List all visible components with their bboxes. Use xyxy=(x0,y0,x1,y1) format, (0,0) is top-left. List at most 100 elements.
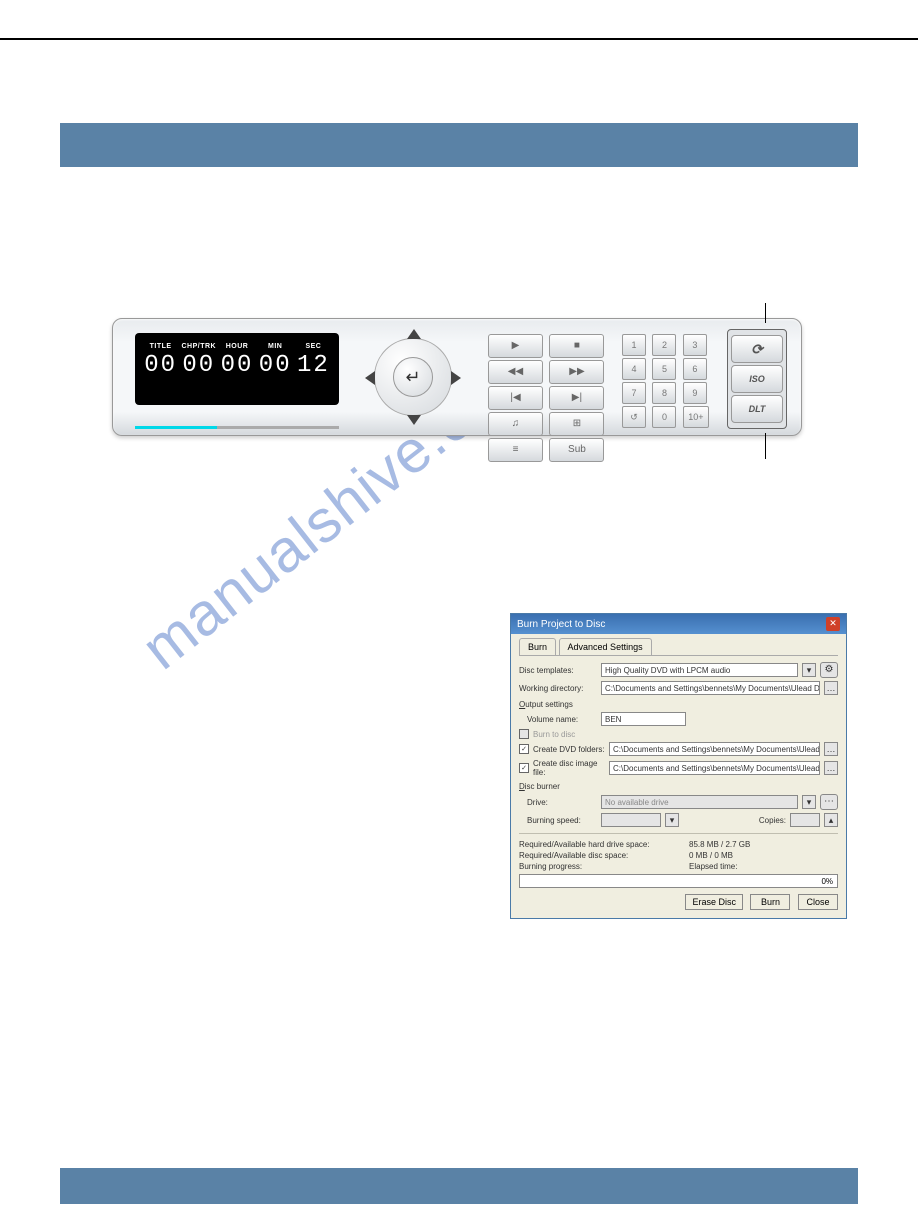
lcd-label-sec: SEC xyxy=(296,343,331,350)
blue-band-top xyxy=(60,123,858,167)
lcd-digit-min: 00 xyxy=(258,352,293,379)
burn-dialog: Burn Project to Disc ✕ Burn Advanced Set… xyxy=(510,613,847,919)
template-options-icon[interactable]: ⚙ xyxy=(820,662,838,678)
subtitle-button[interactable]: Sub xyxy=(549,438,604,462)
burn-iso-button[interactable]: ISO xyxy=(731,365,783,393)
keypad-1[interactable]: 1 xyxy=(622,334,646,356)
keypad-10plus[interactable]: 10+ xyxy=(683,406,709,428)
lcd-label-title: TITLE xyxy=(143,343,178,350)
keypad-return[interactable]: ↺ xyxy=(622,406,646,428)
burn-to-disc-checkbox xyxy=(519,729,529,739)
blue-band-bottom xyxy=(60,1168,858,1204)
progress-bar[interactable] xyxy=(135,426,339,429)
dpad-enter-button[interactable]: ↵ xyxy=(393,357,433,397)
lcd-label-min: MIN xyxy=(258,343,293,350)
burning-speed-label: Burning speed: xyxy=(519,816,597,825)
keypad-2[interactable]: 2 xyxy=(652,334,676,356)
playback-buttons: ▶ ■ ◀◀ ▶▶ |◀ ▶| ♫ ⊞ ≡ Sub xyxy=(487,333,607,463)
copies-label: Copies: xyxy=(759,816,786,825)
tab-burn[interactable]: Burn xyxy=(519,638,556,655)
burning-progress-label: Burning progress: xyxy=(519,862,689,871)
keypad-7[interactable]: 7 xyxy=(622,382,646,404)
drive-select: No available drive xyxy=(601,795,798,809)
drive-label: Drive: xyxy=(519,798,597,807)
lcd-digit-title: 00 xyxy=(143,352,178,379)
lcd-label-chp: CHP/TRK xyxy=(181,343,216,350)
create-folders-label: Create DVD folders: xyxy=(533,745,605,754)
drive-settings-icon[interactable]: ⋯ xyxy=(820,794,838,810)
progress-fill xyxy=(135,426,217,429)
volume-name-label: Volume name: xyxy=(519,715,597,724)
keypad-5[interactable]: 5 xyxy=(652,358,676,380)
create-image-input[interactable]: C:\Documents and Settings\bennets\My Doc… xyxy=(609,761,820,775)
keypad-8[interactable]: 8 xyxy=(652,382,676,404)
progress-percent: 0% xyxy=(821,875,833,888)
dpad-right-icon[interactable] xyxy=(451,371,461,385)
disc-templates-select[interactable]: High Quality DVD with LPCM audio xyxy=(601,663,798,677)
audio-button[interactable]: ♫ xyxy=(488,412,543,436)
req-hd-label: Required/Available hard drive space: xyxy=(519,840,689,849)
dpad-down-icon[interactable] xyxy=(407,415,421,425)
keypad-3[interactable]: 3 xyxy=(683,334,707,356)
burning-speed-select xyxy=(601,813,661,827)
forward-button[interactable]: ▶▶ xyxy=(549,360,604,384)
speed-dropdown-icon: ▾ xyxy=(665,813,679,827)
callout-line-top xyxy=(765,303,766,323)
req-disc-label: Required/Available disc space: xyxy=(519,851,689,860)
keypad-0[interactable]: 0 xyxy=(652,406,676,428)
burn-dlt-button[interactable]: DLT xyxy=(731,395,783,423)
top-rule xyxy=(0,38,918,40)
req-hd-value: 85.8 MB / 2.7 GB xyxy=(689,840,750,849)
lcd-digit-sec: 12 xyxy=(296,352,331,379)
lcd-digit-hour: 00 xyxy=(219,352,254,379)
rewind-button[interactable]: ◀◀ xyxy=(488,360,543,384)
keypad-4[interactable]: 4 xyxy=(622,358,646,380)
chevron-down-icon[interactable]: ▾ xyxy=(802,663,816,677)
next-button[interactable]: ▶| xyxy=(549,386,604,410)
tab-advanced[interactable]: Advanced Settings xyxy=(559,638,652,655)
burn-button-group: ⟳ ISO DLT xyxy=(727,329,787,429)
dpad-left-icon[interactable] xyxy=(365,371,375,385)
remote-panel: TITLE CHP/TRK HOUR MIN SEC 00 00 00 00 1… xyxy=(112,318,802,436)
browse-workdir-button[interactable]: … xyxy=(824,681,838,695)
keypad-6[interactable]: 6 xyxy=(683,358,707,380)
drive-dropdown-icon: ▾ xyxy=(802,795,816,809)
erase-disc-button[interactable]: Erase Disc xyxy=(685,894,743,910)
disc-templates-label: Disc templates: xyxy=(519,666,597,675)
prev-button[interactable]: |◀ xyxy=(488,386,543,410)
burn-button[interactable]: Burn xyxy=(750,894,790,910)
browse-image-button[interactable]: … xyxy=(824,761,838,775)
burn-to-disc-label: Burn to disc xyxy=(533,730,575,739)
create-image-label: Create disc image file: xyxy=(533,759,605,777)
dialog-title-text: Burn Project to Disc xyxy=(517,619,605,630)
numeric-keypad: 1 2 3 4 5 6 7 8 9 ↺ 0 10+ xyxy=(621,333,717,429)
thumbnail-button[interactable]: ⊞ xyxy=(549,412,604,436)
volume-name-input[interactable]: BEN xyxy=(601,712,686,726)
burn-disc-button[interactable]: ⟳ xyxy=(731,335,783,363)
close-button[interactable]: Close xyxy=(798,894,838,910)
dialog-titlebar[interactable]: Burn Project to Disc ✕ xyxy=(511,614,846,634)
dpad-up-icon[interactable] xyxy=(407,329,421,339)
elapsed-time-label: Elapsed time: xyxy=(689,862,737,871)
req-disc-value: 0 MB / 0 MB xyxy=(689,851,733,860)
copies-input xyxy=(790,813,820,827)
play-button[interactable]: ▶ xyxy=(488,334,543,358)
create-folders-input[interactable]: C:\Documents and Settings\bennets\My Doc… xyxy=(609,742,820,756)
lcd-display: TITLE CHP/TRK HOUR MIN SEC 00 00 00 00 1… xyxy=(135,333,339,405)
lcd-label-hour: HOUR xyxy=(219,343,254,350)
dialog-tabs: Burn Advanced Settings xyxy=(519,638,838,656)
callout-line-bottom xyxy=(765,433,766,459)
working-dir-label: Working directory: xyxy=(519,684,597,693)
stop-button[interactable]: ■ xyxy=(549,334,604,358)
create-image-checkbox[interactable]: ✓ xyxy=(519,763,529,773)
keypad-9[interactable]: 9 xyxy=(683,382,707,404)
burn-progress-bar: 0% xyxy=(519,874,838,888)
create-folders-checkbox[interactable]: ✓ xyxy=(519,744,529,754)
disc-burner-label: Disc burner xyxy=(519,782,838,791)
browse-folders-button[interactable]: … xyxy=(824,742,838,756)
dialog-body: Burn Advanced Settings Disc templates: H… xyxy=(511,634,846,918)
working-dir-input[interactable]: C:\Documents and Settings\bennets\My Doc… xyxy=(601,681,820,695)
output-settings-label: Output settings xyxy=(519,700,838,709)
menu-button[interactable]: ≡ xyxy=(488,438,543,462)
close-icon[interactable]: ✕ xyxy=(826,617,840,631)
